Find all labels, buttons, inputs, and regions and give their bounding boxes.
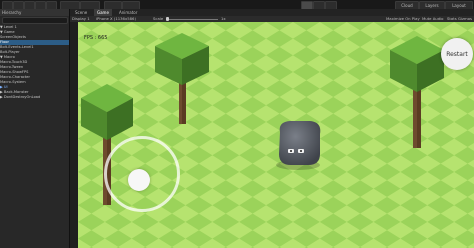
hierarchy-title: Hierarchy [2,10,22,15]
monster-character [276,121,321,170]
game-scene [78,22,474,248]
scale-slider[interactable] [166,17,218,21]
scale-slider-handle[interactable] [166,17,169,21]
fps-counter: FPS : 665 [84,35,108,41]
virtual-joystick-thumb[interactable] [128,169,150,191]
hierarchy-item[interactable]: ▶ DontDestroyOnLoad [0,95,69,100]
tab-scene[interactable]: Scene [72,9,90,16]
top-toolbar: Cloud Layers Layout [0,0,474,16]
hierarchy-panel: Hierarchy ▼ Level 1 ▼ Game ScreenObjects… [0,9,70,248]
hierarchy-search-input[interactable] [2,17,68,24]
restart-button[interactable]: Restart [441,38,473,70]
view-tab-bar: Scene Game Animator [70,9,474,16]
game-view-gutter [70,22,78,248]
game-viewport[interactable] [78,22,474,248]
tab-animator[interactable]: Animator [116,9,140,16]
hierarchy-header: Hierarchy [0,9,69,16]
tab-game[interactable]: Game [94,9,112,16]
